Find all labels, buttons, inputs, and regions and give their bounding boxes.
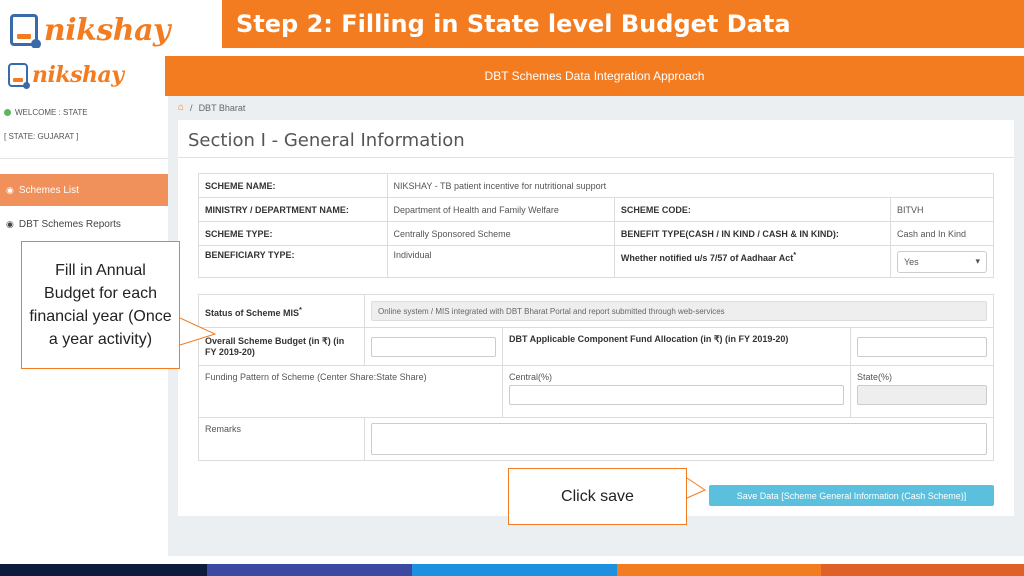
state-share-input — [857, 385, 987, 405]
scheme-code-value: BITVH — [890, 197, 994, 222]
aadhaar-label: Whether notified u/s 7/57 of Aadhaar Act… — [613, 245, 892, 278]
slide-logo: nikshay — [10, 6, 171, 54]
aadhaar-selected-value: Yes — [904, 256, 919, 267]
nikshay-logo-icon — [10, 14, 41, 49]
table-row: Status of Scheme MIS* Online system / MI… — [198, 294, 994, 328]
save-data-button[interactable]: Save Data [Scheme General Information (C… — [709, 485, 994, 506]
app-logo: nikshay — [8, 62, 124, 89]
scheme-type-label: SCHEME TYPE: — [198, 221, 388, 246]
central-label: Central(%) — [509, 372, 553, 382]
welcome-label: WELCOME : STATE — [4, 108, 88, 117]
slide-title-bar: Step 2: Filling in State level Budget Da… — [222, 0, 1024, 48]
aadhaar-cell: Yes ▾ — [890, 245, 994, 278]
benefit-type-value: Cash and In Kind — [890, 221, 994, 246]
scheme-type-value: Centrally Sponsored Scheme — [386, 221, 615, 246]
nikshay-logo-icon — [8, 63, 30, 89]
footer-stripe-5 — [821, 564, 1024, 576]
callout-click-save: Click save — [508, 468, 687, 525]
footer-stripe-2 — [207, 564, 412, 576]
app-header: DBT Schemes Data Integration Approach — [165, 56, 1024, 96]
online-status-icon — [4, 109, 11, 116]
table-row: SCHEME NAME: NIKSHAY - TB patient incent… — [198, 173, 995, 198]
slide-title: Step 2: Filling in State level Budget Da… — [236, 10, 791, 38]
table-row: Funding Pattern of Scheme (Center Share:… — [198, 365, 994, 418]
sidebar-item-label: Schemes List — [18, 184, 79, 196]
home-icon[interactable]: ⌂ — [178, 102, 184, 113]
scheme-info-table: SCHEME NAME: NIKSHAY - TB patient incent… — [198, 173, 995, 278]
sidebar-item-label: DBT Schemes Reports — [18, 218, 121, 230]
table-row: SCHEME TYPE: Centrally Sponsored Scheme … — [198, 221, 994, 246]
overall-budget-label: Overall Scheme Budget (in ₹) (in FY 2019… — [198, 327, 365, 366]
table-row: Remarks — [198, 417, 994, 461]
mis-status-cell: Online system / MIS integrated with DBT … — [364, 294, 994, 328]
callout-fill-budget: Fill in Annual Budget for each financial… — [21, 241, 180, 369]
budget-table: Status of Scheme MIS* Online system / MI… — [198, 294, 994, 461]
dashboard-icon: ◉ — [6, 218, 14, 229]
dashboard-icon: ◉ — [6, 184, 14, 195]
aadhaar-select[interactable]: Yes ▾ — [897, 250, 987, 273]
app-header-title: DBT Schemes Data Integration Approach — [484, 69, 705, 83]
central-cell: Central(%) — [502, 365, 851, 418]
state-share-label: State(%) — [857, 372, 893, 382]
dbt-component-label: DBT Applicable Component Fund Allocation… — [502, 327, 851, 366]
welcome-text: WELCOME : STATE — [15, 108, 88, 117]
state-cell: State(%) — [850, 365, 994, 418]
ministry-value: Department of Health and Family Welfare — [386, 197, 615, 222]
mis-status-label-text: Status of Scheme MIS — [205, 307, 300, 318]
mis-status-field: Online system / MIS integrated with DBT … — [371, 301, 987, 321]
remarks-textarea[interactable] — [371, 423, 987, 455]
central-input[interactable] — [509, 385, 844, 405]
breadcrumb: ⌂ / DBT Bharat — [178, 102, 245, 113]
sidebar-divider — [0, 158, 168, 159]
aadhaar-label-text: Whether notified u/s 7/57 of Aadhaar Act — [620, 253, 794, 263]
footer-stripe-3 — [412, 564, 617, 576]
app-logo-text: nikshay — [32, 62, 124, 88]
header-gap — [0, 48, 1024, 56]
breadcrumb-separator: / — [190, 102, 193, 113]
beneficiary-type-value: Individual — [386, 245, 615, 278]
scheme-name-label: SCHEME NAME: — [198, 173, 388, 198]
benefit-type-label: BENEFIT TYPE(CASH / IN KIND / CASH & IN … — [613, 221, 892, 246]
mis-status-label: Status of Scheme MIS* — [198, 294, 365, 328]
section-title: Section I - General Information — [188, 130, 465, 151]
scheme-name-value: NIKSHAY - TB patient incentive for nutri… — [386, 173, 995, 198]
table-row: Overall Scheme Budget (in ₹) (in FY 2019… — [198, 327, 994, 366]
required-mark: * — [299, 304, 302, 314]
dbt-component-cell — [850, 327, 994, 366]
footer-stripe-1 — [0, 564, 207, 576]
breadcrumb-current[interactable]: DBT Bharat — [199, 103, 246, 113]
funding-pattern-label: Funding Pattern of Scheme (Center Share:… — [198, 365, 503, 418]
table-row: MINISTRY / DEPARTMENT NAME: Department o… — [198, 197, 994, 222]
overall-budget-input[interactable] — [371, 336, 496, 357]
scheme-code-label: SCHEME CODE: — [613, 197, 892, 222]
beneficiary-type-label: BENEFICIARY TYPE: — [198, 245, 388, 278]
state-label: [ STATE: GUJARAT ] — [4, 132, 79, 141]
remarks-label: Remarks — [198, 417, 365, 461]
chevron-down-icon: ▾ — [975, 256, 980, 266]
remarks-cell — [364, 417, 994, 461]
sidebar-item-dbt-schemes-reports[interactable]: ◉ DBT Schemes Reports — [0, 208, 168, 240]
overall-budget-cell — [364, 327, 503, 366]
footer-stripe-4 — [617, 564, 821, 576]
section-divider — [178, 157, 1014, 158]
sidebar-item-schemes-list[interactable]: ◉ Schemes List — [0, 174, 168, 206]
slide-logo-text: nikshay — [43, 12, 171, 48]
required-mark: * — [793, 250, 797, 259]
table-row: BENEFICIARY TYPE: Individual Whether not… — [198, 245, 994, 278]
dbt-component-input[interactable] — [857, 336, 987, 357]
ministry-label: MINISTRY / DEPARTMENT NAME: — [198, 197, 388, 222]
